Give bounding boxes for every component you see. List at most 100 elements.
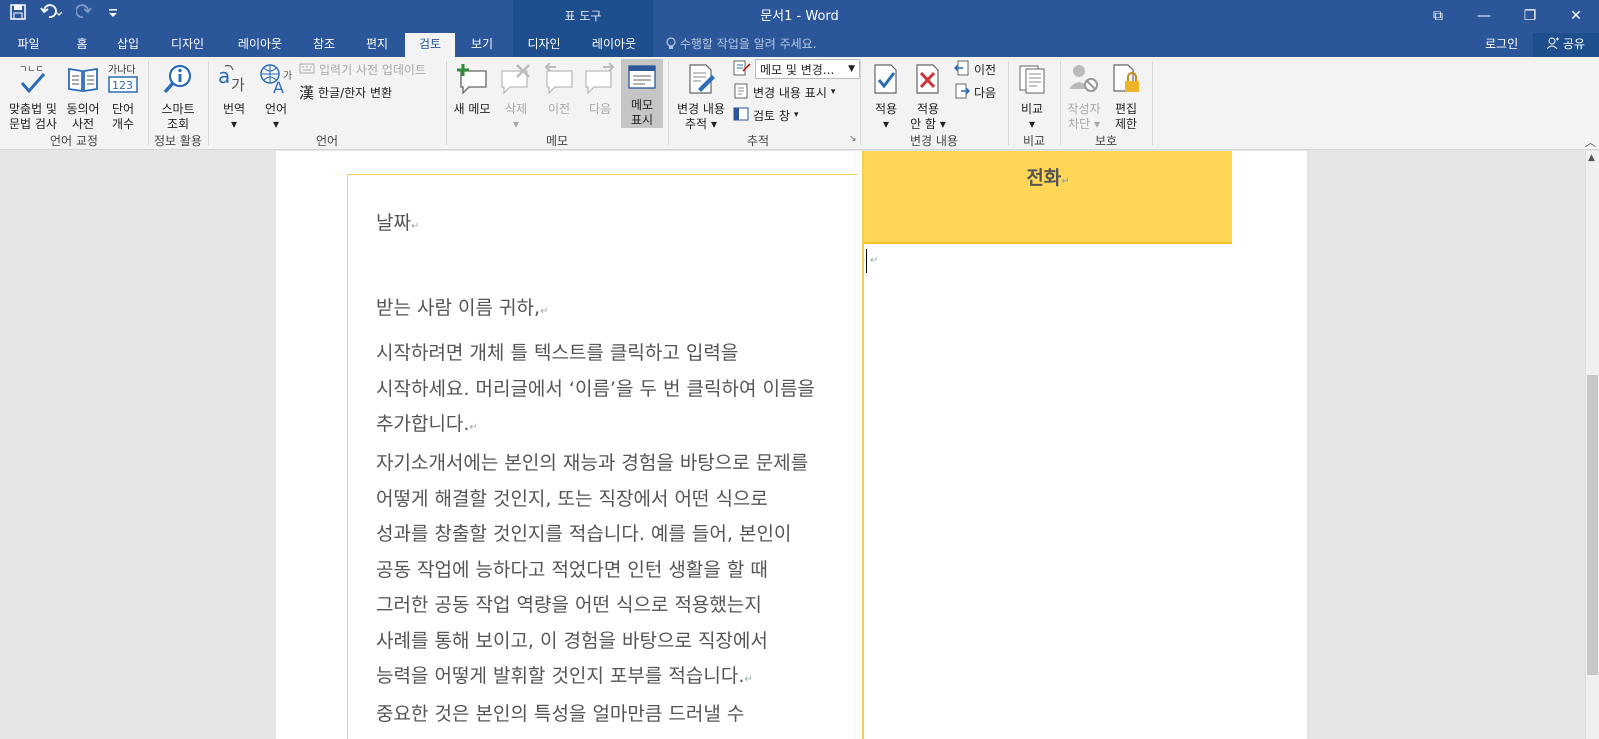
svg-text:a: a xyxy=(218,64,230,88)
tab-review[interactable]: 검토 xyxy=(405,33,455,57)
block-authors-button[interactable]: 작성자 차단 ▾ xyxy=(1064,63,1104,132)
next-label: 다음 xyxy=(588,102,612,116)
previous-comment-icon xyxy=(539,62,579,99)
text-line: 공동 작업에 능하다고 적었다면 인턴 생활을 할 때 xyxy=(376,558,768,581)
restore-icon[interactable]: ❐ xyxy=(1507,0,1553,33)
body-paragraph-2[interactable]: 자기소개서에는 본인의 재능과 경험을 바탕으로 문제를 어떻게 해결할 것인지… xyxy=(376,446,866,698)
group-language: 언어 xyxy=(315,134,339,148)
track-dropdown-icon: ▾ xyxy=(710,117,717,131)
hanja-icon: 漢 xyxy=(299,83,315,102)
title-bar: 표 도구 문서1 - Word ⧉ — ❐ ✕ xyxy=(0,0,1599,33)
hangul-hanja-convert-button[interactable]: 漢 한글/한자 변환 xyxy=(299,82,392,102)
ime-dictionary-update-button[interactable]: 입력기 사전 업데이트 xyxy=(299,59,426,79)
new-comment-button[interactable]: 새 메모 xyxy=(450,63,494,117)
show-markup-button[interactable]: 변경 내용 표시 ▾ xyxy=(733,82,835,102)
scroll-up-icon[interactable]: ▲ xyxy=(1588,153,1595,163)
body-paragraph-1[interactable]: 시작하려면 개체 틀 텍스트를 클릭하고 입력을 시작하세요. 머리글에서 ‘이… xyxy=(376,336,866,446)
share-button[interactable]: 공유 xyxy=(1533,33,1599,57)
date-text: 날짜 xyxy=(376,212,411,234)
tab-design[interactable]: 디자인 xyxy=(160,33,215,57)
salutation-paragraph[interactable]: 받는 사람 이름 귀하,↵ xyxy=(376,291,866,330)
next-change-icon xyxy=(954,83,971,102)
text-line: 자기소개서에는 본인의 재능과 경험을 바탕으로 문제를 xyxy=(376,452,809,474)
previous-change-button[interactable]: 이전 xyxy=(953,59,996,79)
text-line: 추가합니다. xyxy=(376,413,470,435)
next-comment-button[interactable]: 다음 xyxy=(580,62,620,117)
translate-button[interactable]: a가 번역 ▾ xyxy=(212,63,256,132)
group-changes: 변경 내용 xyxy=(910,134,958,148)
thesaurus-label-1: 동의어 xyxy=(66,102,100,116)
sign-in-link[interactable]: 로그인 xyxy=(1485,33,1518,55)
markup-select[interactable]: 메모 및 변경... ▼ xyxy=(755,59,860,79)
delete-comment-button[interactable]: 삭제 ▾ xyxy=(496,63,536,132)
tracking-options-launcher-icon[interactable]: ↘ xyxy=(849,132,857,146)
paragraph-mark: ↵ xyxy=(410,221,420,232)
minimize-icon[interactable]: — xyxy=(1461,0,1507,33)
tab-table-design[interactable]: 디자인 xyxy=(513,33,575,57)
table-tools-header: 표 도구 xyxy=(513,0,653,33)
close-icon[interactable]: ✕ xyxy=(1553,0,1599,33)
track-changes-button[interactable]: 변경 내용 추적 ▾ xyxy=(672,63,730,132)
date-paragraph[interactable]: 날짜↵ xyxy=(376,206,866,245)
book-icon xyxy=(62,63,104,99)
phone-label: 전화 xyxy=(1026,167,1062,189)
ime-update-icon xyxy=(299,61,315,78)
next-change-button[interactable]: 다음 xyxy=(954,82,996,102)
tab-references[interactable]: 참조 xyxy=(304,33,344,57)
thesaurus-button[interactable]: 동의어 사전 xyxy=(62,63,104,132)
group-tracking: 추적 xyxy=(746,134,770,148)
group-proofing: 언어 교정 xyxy=(50,134,98,148)
compare-icon xyxy=(1012,63,1052,99)
reject-button[interactable]: 적용 안 함 ▾ xyxy=(906,63,950,132)
word-count-button[interactable]: 가나다 123 단어 개수 xyxy=(104,63,142,132)
customize-icon[interactable] xyxy=(106,4,120,24)
tell-me-box[interactable]: 수행할 작업을 알려 주세요. xyxy=(666,33,817,55)
word-count-label-2: 개수 xyxy=(111,117,135,131)
document-page[interactable]: 전화↵ ↵ 날짜↵ 받는 사람 이름 귀하,↵ 시작하려면 개체 틀 텍스트를 … xyxy=(276,151,1307,739)
body-paragraph-3[interactable]: 중요한 것은 본인의 특성을 얼마만큼 드러낼 수 xyxy=(376,697,866,733)
text-line: 능력을 어떻게 발휘할 것인지 포부를 적습니다. xyxy=(376,665,745,687)
paragraph-mark: ↵ xyxy=(1061,176,1070,187)
tab-home[interactable]: 홈 xyxy=(62,33,102,57)
reject-dropdown-icon: ▾ xyxy=(936,117,946,131)
phone-header-cell[interactable]: 전화↵ xyxy=(864,151,1232,244)
ribbon-display-options-icon[interactable]: ⧉ xyxy=(1415,0,1461,33)
spelling-grammar-button[interactable]: ㄱㄴㄷ 맞춤법 및 문법 검사 xyxy=(4,63,62,132)
compare-button[interactable]: 비교 ▾ xyxy=(1012,63,1052,132)
language-dropdown-icon: ▾ xyxy=(272,117,280,131)
language-button[interactable]: A가 언어 ▾ xyxy=(256,63,296,132)
accept-button[interactable]: 적용 ▾ xyxy=(866,63,906,132)
smart-lookup-icon xyxy=(152,63,204,99)
tab-table-layout[interactable]: 레이아웃 xyxy=(575,33,653,57)
quick-access-toolbar xyxy=(10,4,120,24)
group-insights: 정보 활용 xyxy=(154,134,202,148)
tab-mailings[interactable]: 편지 xyxy=(357,33,397,57)
reviewing-pane-button[interactable]: 검토 창 ▾ xyxy=(733,105,798,125)
tab-view[interactable]: 보기 xyxy=(462,33,502,57)
text-line: 시작하세요. 머리글에서 ‘이름’을 두 번 클릭하여 이름을 xyxy=(376,377,815,400)
restrict-editing-label-1: 편집 xyxy=(1114,102,1138,116)
show-comments-button[interactable]: 메모 표시 xyxy=(621,59,663,128)
restrict-editing-label-2: 제한 xyxy=(1114,117,1138,131)
spelling-label-1: 맞춤법 및 xyxy=(9,102,57,116)
svg-text:가: 가 xyxy=(231,76,245,94)
previous-comment-button[interactable]: 이전 xyxy=(539,62,579,117)
scrollbar-thumb[interactable] xyxy=(1587,375,1598,675)
undo-icon[interactable] xyxy=(40,4,63,24)
redo-icon[interactable] xyxy=(75,4,92,24)
tab-file[interactable]: 파일 xyxy=(6,33,51,57)
person-icon xyxy=(1546,37,1563,51)
track-changes-icon xyxy=(672,63,730,99)
svg-text:가: 가 xyxy=(283,70,292,82)
show-comments-label-1: 메모 xyxy=(630,98,654,112)
markup-display-dropdown[interactable]: 메모 및 변경... ▼ xyxy=(733,59,860,79)
group-compare: 비교 xyxy=(1022,134,1046,148)
tab-insert[interactable]: 삽입 xyxy=(108,33,148,57)
save-icon[interactable] xyxy=(10,4,26,24)
vertical-scrollbar[interactable]: ▲ xyxy=(1585,151,1599,739)
review-ribbon: ㄱㄴㄷ 맞춤법 및 문법 검사 동의어 사전 가나다 123 단어 개수 언어 교… xyxy=(0,57,1599,150)
smart-lookup-button[interactable]: 스마트 조회 xyxy=(152,63,204,132)
restrict-editing-button[interactable]: 편집 제한 xyxy=(1106,63,1146,132)
tab-layout[interactable]: 레이아웃 xyxy=(228,33,292,57)
collapse-ribbon-icon[interactable]: ︿ xyxy=(1585,134,1596,150)
